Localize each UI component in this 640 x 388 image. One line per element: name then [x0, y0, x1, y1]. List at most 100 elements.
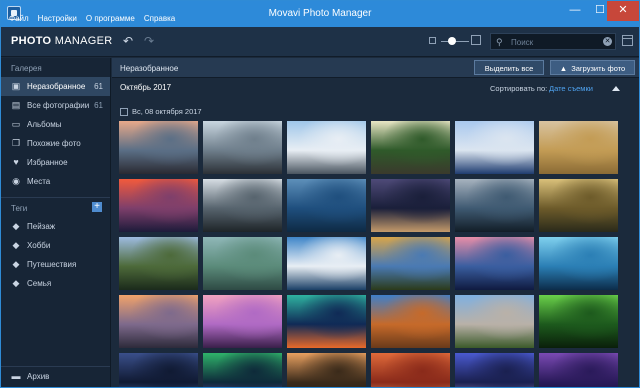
page-title: Неразобранное: [120, 64, 179, 73]
photo-thumbnail-fairy-castle[interactable]: [119, 237, 198, 290]
clear-search-icon[interactable]: ✕: [603, 37, 612, 46]
menu-settings[interactable]: Настройки: [38, 14, 77, 23]
archive-section: ▬ Архив: [1, 366, 110, 387]
upload-icon: ▲: [559, 64, 568, 73]
photo-thumbnail-milky-way[interactable]: [371, 179, 450, 232]
minimize-button[interactable]: —: [561, 1, 589, 21]
date-group-label: Вс, 08 октября 2017: [132, 107, 202, 116]
sidebar-item-label: Места: [27, 177, 51, 186]
photo-thumbnail-twilight[interactable]: [539, 353, 618, 387]
photo-thumbnail-red-sunset-lake[interactable]: [119, 179, 198, 232]
search-box[interactable]: ⚲ ✕: [490, 33, 616, 50]
item-count: 61: [94, 82, 103, 91]
menu-help[interactable]: Справка: [144, 14, 175, 23]
photo-thumbnail-aurora-house[interactable]: [287, 295, 366, 348]
sidebar-item-label: Семья: [27, 279, 52, 288]
photo-thumbnail-rice-terraces[interactable]: [455, 179, 534, 232]
main-header: Неразобранное Выделить все ▲ Загрузить фо…: [112, 58, 639, 78]
title-bar: Movavi Photo Manager — ☐ ✕ Файл Настройк…: [1, 1, 639, 27]
menu-about[interactable]: О программе: [86, 14, 135, 23]
search-icon: ⚲: [496, 37, 503, 47]
photo-thumbnail-hot-air[interactable]: [287, 353, 366, 387]
sidebar-item-2[interactable]: ▤ Все фотографии 61: [1, 96, 110, 115]
albums-icon: ▭: [11, 119, 21, 129]
tag-icon: ◆: [12, 221, 20, 231]
photo-thumbnail-windmills[interactable]: [287, 237, 366, 290]
photo-thumbnail-aurora-green[interactable]: [203, 353, 282, 387]
small-thumb-icon: [429, 37, 436, 44]
menu-file[interactable]: Файл: [9, 14, 29, 23]
sidebar-item-5[interactable]: ♥ Избранное: [1, 153, 110, 172]
sort-label: Сортировать по:: [490, 84, 548, 93]
photo-thumbnail-lone-tree[interactable]: [539, 237, 618, 290]
sidebar-item-archive[interactable]: ▬ Архив: [1, 367, 110, 386]
photo-thumbnail-pink-beach[interactable]: [203, 295, 282, 348]
photos-icon: ▤: [11, 100, 21, 110]
app-window: Movavi Photo Manager — ☐ ✕ Файл Настройк…: [0, 0, 640, 388]
similar-icon: ❐: [11, 138, 21, 148]
tag-icon: ◆: [12, 240, 20, 250]
month-title: Октябрь 2017: [120, 83, 172, 92]
large-thumb-icon: [471, 35, 481, 45]
photo-thumbnail-coast-tower[interactable]: [119, 295, 198, 348]
photo-thumbnail-delta-aerial[interactable]: [203, 237, 282, 290]
photo-thumbnail-city-night[interactable]: [455, 353, 534, 387]
tag-icon: ◆: [12, 259, 20, 269]
redo-icon[interactable]: ↷: [142, 34, 156, 48]
sidebar-item-3[interactable]: ◆ Путешествия: [1, 255, 110, 274]
photo-thumbnail-autumn-lake[interactable]: [371, 237, 450, 290]
sidebar-item-4[interactable]: ◆ Семья: [1, 274, 110, 293]
heart-icon: ♥: [13, 157, 19, 167]
photo-thumbnail-paraglider[interactable]: [203, 179, 282, 232]
photo-thumbnail-dolomites[interactable]: [455, 295, 534, 348]
sidebar-item-4[interactable]: ❐ Похожие фото: [1, 134, 110, 153]
photo-thumbnail-architecture[interactable]: [455, 121, 534, 174]
sidebar-item-1[interactable]: ◆ Пейзаж: [1, 217, 110, 236]
inbox-icon: ▣: [11, 81, 21, 91]
upload-photos-button[interactable]: ▲ Загрузить фото: [550, 60, 635, 75]
photo-thumbnail-rocky-coast[interactable]: [203, 121, 282, 174]
sidebar-item-label: Похожие фото: [27, 139, 81, 148]
sidebar-item-label: Альбомы: [27, 120, 62, 129]
sidebar-item-2[interactable]: ◆ Хобби: [1, 236, 110, 255]
date-group-checkbox[interactable]: [120, 108, 128, 116]
slider-handle[interactable]: [448, 37, 456, 45]
main-panel: Неразобранное Выделить все ▲ Загрузить фо…: [112, 58, 639, 387]
toolbar: PHOTO MANAGER ↶ ↷ ⚲ ✕: [1, 27, 639, 57]
sidebar-item-label: Все фотографии: [27, 101, 90, 110]
add-tag-button[interactable]: +: [92, 202, 102, 212]
archive-icon: ▬: [11, 371, 21, 381]
photo-thumbnail-antelope[interactable]: [371, 353, 450, 387]
sidebar-item-label: Пейзаж: [27, 222, 56, 231]
pin-icon: ◉: [12, 176, 20, 186]
menu-bar: Файл Настройки О программе Справка: [9, 14, 175, 23]
photo-thumbnail-deer-field[interactable]: [539, 121, 618, 174]
photo-grid: [119, 121, 629, 387]
sort-dropdown[interactable]: Дате съемки: [549, 84, 593, 93]
photo-thumbnail-purple-sky[interactable]: [455, 237, 534, 290]
sidebar: Галерея ▣ Неразобранное 61 ▤ Все фотографии 6…: [1, 58, 111, 387]
tag-icon: ◆: [12, 278, 20, 288]
undo-icon[interactable]: ↶: [121, 34, 135, 48]
photo-thumbnail-eagle[interactable]: [287, 121, 366, 174]
sidebar-item-label: Неразобранное: [27, 82, 86, 91]
sidebar-item-label: Путешествия: [27, 260, 77, 269]
photo-thumbnail-pier-sunset[interactable]: [119, 121, 198, 174]
photo-thumbnail-forest-road[interactable]: [371, 121, 450, 174]
photo-thumbnail-canyon[interactable]: [371, 295, 450, 348]
sidebar-item-3[interactable]: ▭ Альбомы: [1, 115, 110, 134]
photo-thumbnail-earth-globe[interactable]: [119, 353, 198, 387]
thumbnail-size-slider[interactable]: [429, 34, 481, 48]
close-button[interactable]: ✕: [607, 1, 639, 21]
sidebar-item-6[interactable]: ◉ Места: [1, 172, 110, 191]
photo-thumbnail-blue-coast[interactable]: [287, 179, 366, 232]
item-count: 61: [94, 101, 103, 110]
sidebar-item-1[interactable]: ▣ Неразобранное 61: [1, 77, 110, 96]
photo-thumbnail-green-forest[interactable]: [539, 295, 618, 348]
calendar-icon[interactable]: [622, 35, 633, 46]
photo-thumbnail-castle-river[interactable]: [539, 179, 618, 232]
select-all-button[interactable]: Выделить все: [474, 60, 544, 75]
search-input[interactable]: [511, 36, 599, 48]
collapse-caret-icon[interactable]: [612, 86, 620, 91]
sidebar-item-label: Избранное: [27, 158, 68, 167]
